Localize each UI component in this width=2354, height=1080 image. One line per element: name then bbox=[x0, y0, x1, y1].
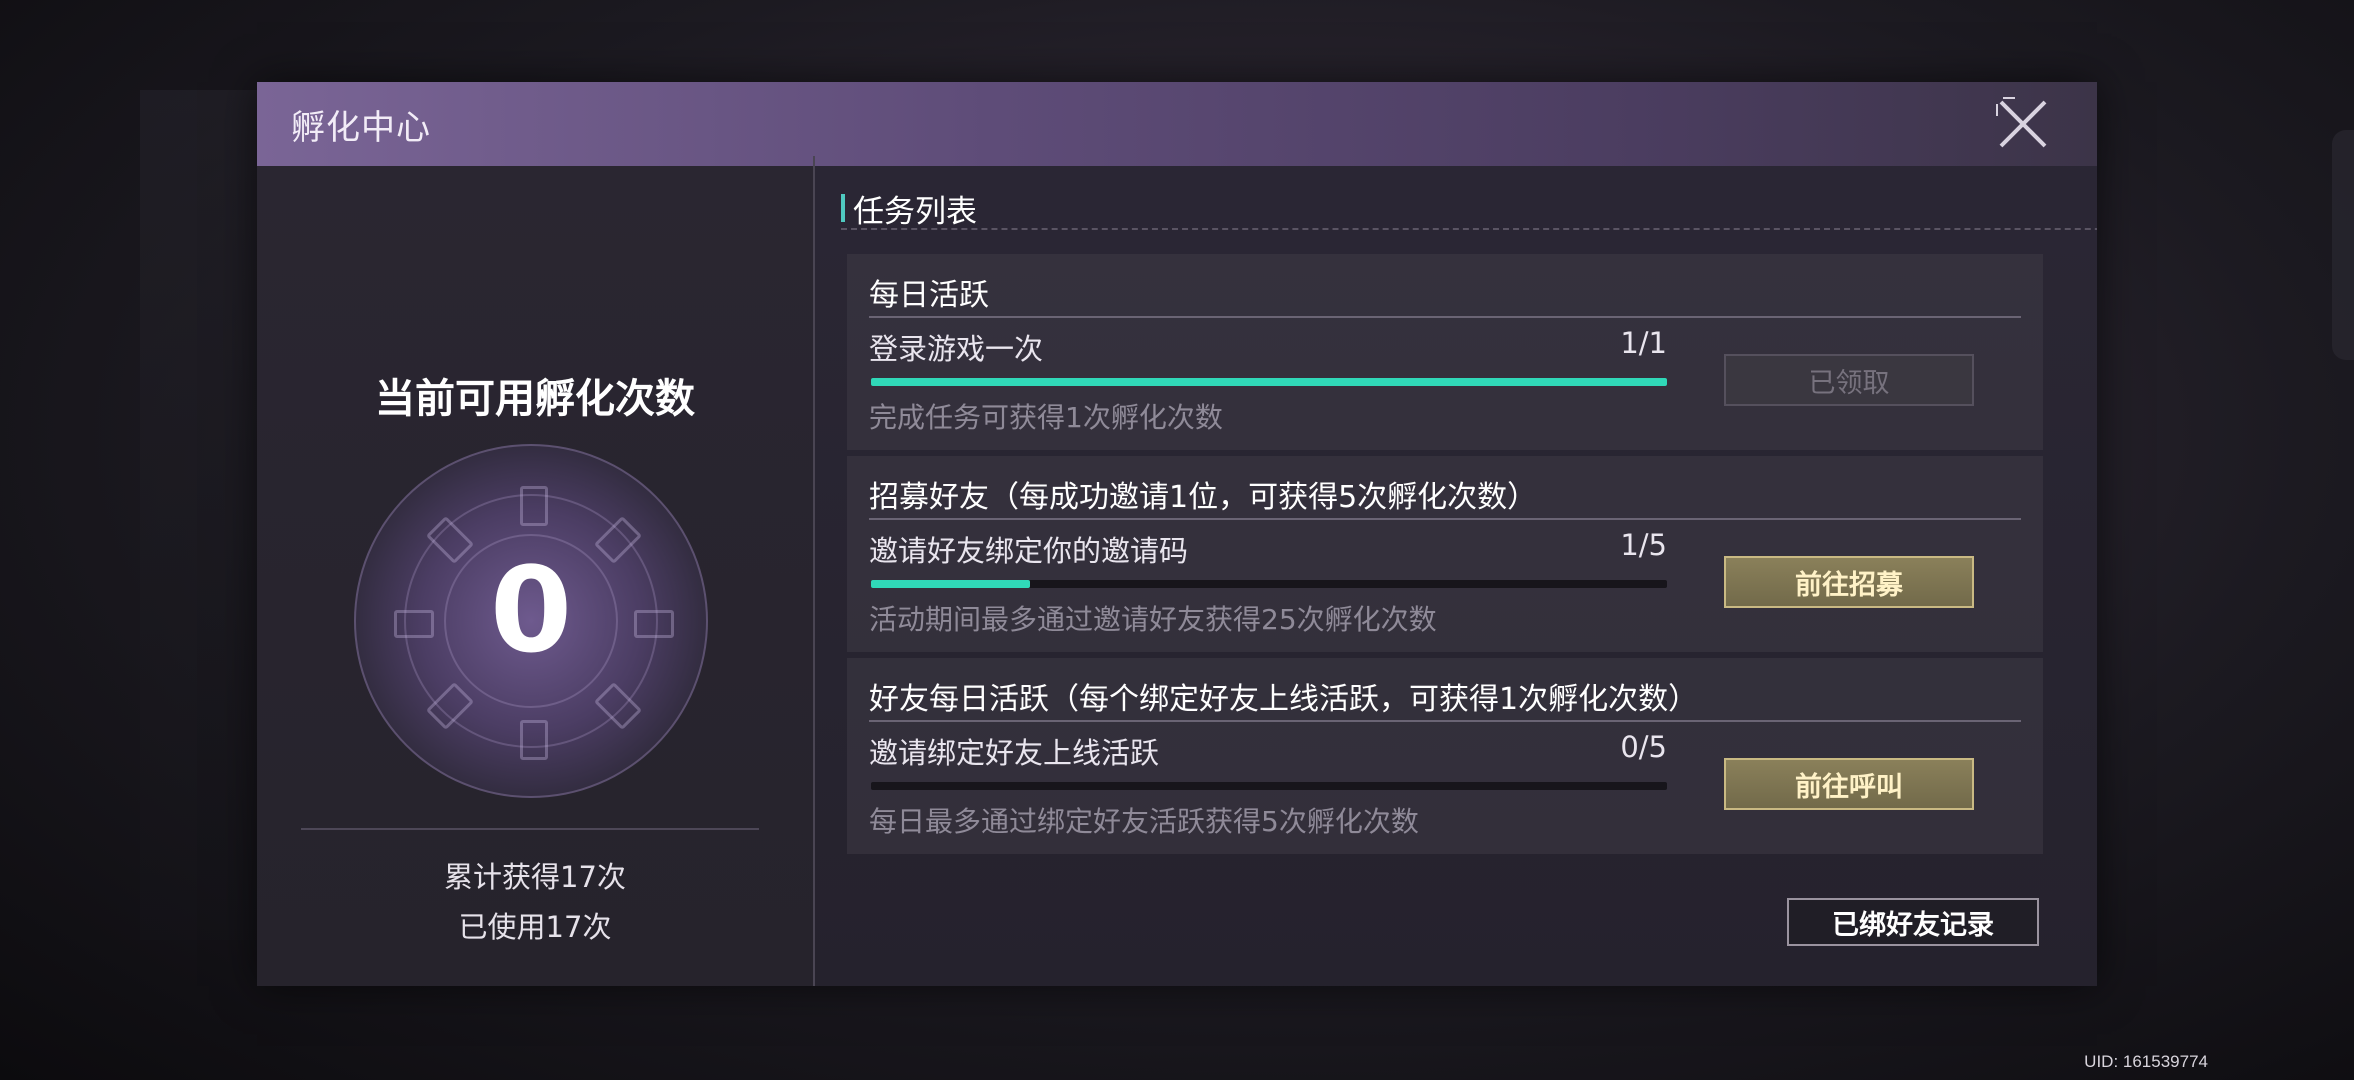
bound-friends-record-button[interactable]: 已绑好友记录 bbox=[1787, 898, 2039, 946]
task-progress-bar bbox=[871, 580, 1667, 588]
section-divider bbox=[841, 228, 2097, 230]
task-note: 每日最多通过绑定好友活跃获得5次孵化次数 bbox=[869, 805, 1419, 838]
task-card-daily-active: 每日活跃 登录游戏一次 1/1 完成任务可获得1次孵化次数 已领取 bbox=[847, 254, 2043, 450]
task-progress-count: 1/1 bbox=[1620, 326, 1667, 360]
available-hatch-count: 0 bbox=[489, 541, 573, 679]
task-divider bbox=[869, 518, 2021, 520]
task-card-friend-daily-active: 好友每日活跃（每个绑定好友上线活跃，可获得1次孵化次数） 邀请绑定好友上线活跃 … bbox=[847, 658, 2043, 854]
uid-label: UID: 161539774 bbox=[2084, 1052, 2208, 1071]
go-recruit-button[interactable]: 前往招募 bbox=[1724, 556, 1974, 608]
background-sidebar-blur bbox=[140, 90, 260, 940]
background-edge-tab bbox=[2332, 130, 2354, 360]
hatch-center-dialog: 孵化中心 当前可用孵化次数 0 累计获得17次 已使用17次 任务列表 每日活跃… bbox=[257, 82, 2097, 986]
close-icon bbox=[1996, 97, 2047, 148]
task-note: 活动期间最多通过邀请好友获得25次孵化次数 bbox=[869, 603, 1437, 636]
hatch-count-panel: 当前可用孵化次数 0 累计获得17次 已使用17次 bbox=[257, 166, 813, 986]
task-progress-bar bbox=[871, 378, 1667, 386]
task-list-title: 任务列表 bbox=[853, 194, 977, 230]
claimed-button[interactable]: 已领取 bbox=[1724, 354, 1974, 406]
available-hatch-title: 当前可用孵化次数 bbox=[375, 376, 695, 422]
close-button[interactable] bbox=[1993, 94, 2053, 154]
task-description: 登录游戏一次 bbox=[869, 332, 1044, 366]
panel-divider bbox=[813, 156, 815, 986]
total-obtained-text: 累计获得17次 bbox=[444, 860, 626, 894]
go-call-button[interactable]: 前往呼叫 bbox=[1724, 758, 1974, 810]
used-count-text: 已使用17次 bbox=[458, 910, 612, 944]
task-card-recruit-friends: 招募好友（每成功邀请1位，可获得5次孵化次数） 邀请好友绑定你的邀请码 1/5 … bbox=[847, 456, 2043, 652]
task-description: 邀请好友绑定你的邀请码 bbox=[869, 534, 1189, 568]
left-divider bbox=[301, 828, 759, 830]
task-header: 好友每日活跃（每个绑定好友上线活跃，可获得1次孵化次数） bbox=[869, 682, 1699, 717]
emblem-rune bbox=[520, 486, 548, 526]
dialog-titlebar: 孵化中心 bbox=[257, 82, 2097, 166]
task-divider bbox=[869, 316, 2021, 318]
emblem-rune bbox=[520, 720, 548, 760]
section-accent-bar bbox=[841, 194, 845, 222]
task-divider bbox=[869, 720, 2021, 722]
task-progress-bar bbox=[871, 782, 1667, 790]
task-note: 完成任务可获得1次孵化次数 bbox=[869, 401, 1223, 434]
task-progress-count: 1/5 bbox=[1620, 528, 1667, 562]
task-progress-fill bbox=[871, 580, 1031, 588]
dialog-title: 孵化中心 bbox=[291, 108, 431, 148]
task-description: 邀请绑定好友上线活跃 bbox=[869, 736, 1160, 770]
task-header: 每日活跃 bbox=[869, 278, 989, 313]
task-progress-fill bbox=[871, 378, 1667, 386]
hatch-emblem: 0 bbox=[354, 444, 708, 798]
task-header: 招募好友（每成功邀请1位，可获得5次孵化次数） bbox=[869, 480, 1538, 515]
task-progress-count: 0/5 bbox=[1620, 730, 1667, 764]
